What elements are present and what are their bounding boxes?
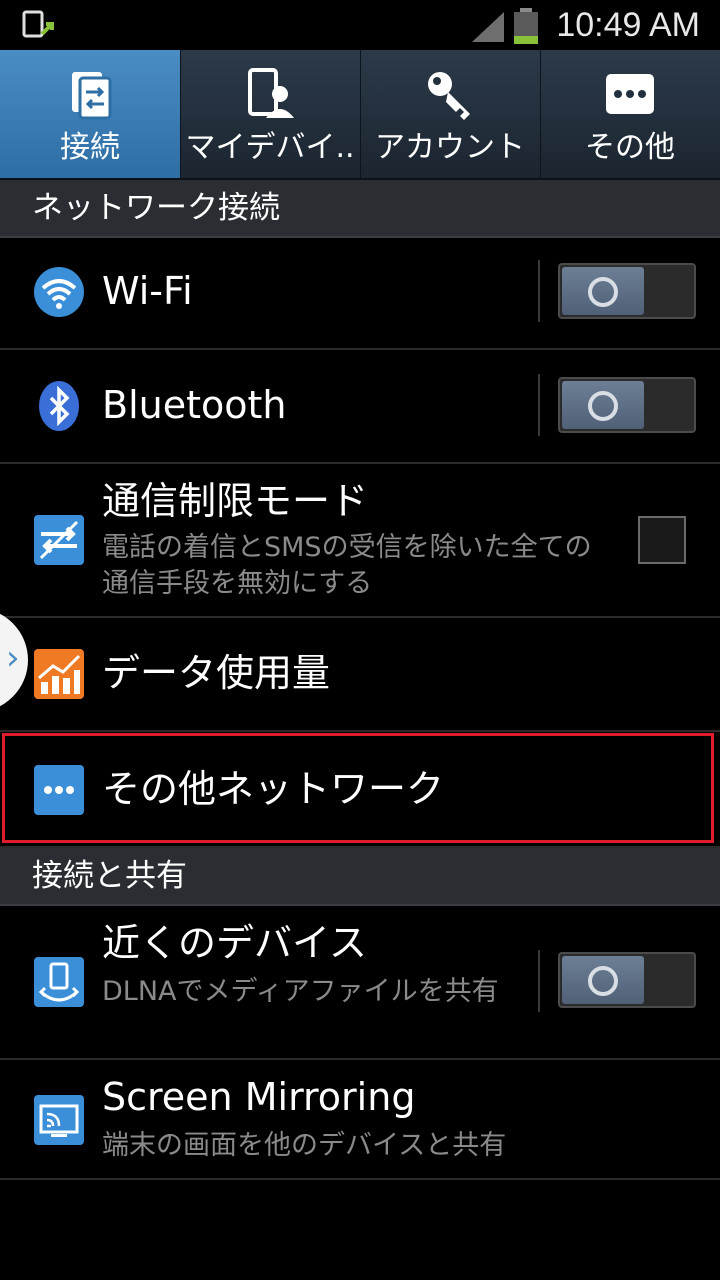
screen-mirroring-row[interactable]: Screen Mirroring 端末の画面を他のデバイスと共有 [0,1060,720,1180]
tab-more[interactable]: その他 [540,50,720,178]
bluetooth-toggle[interactable] [558,377,696,433]
wifi-toggle[interactable] [558,263,696,319]
data-usage-icon [34,649,84,699]
status-bar: 10:49 AM [0,0,720,50]
bluetooth-title: Bluetooth [102,383,287,427]
nearby-devices-row[interactable]: 近くのデバイス DLNAでメディアファイルを共有 [0,906,720,1060]
toggle-knob [562,267,644,315]
nearby-devices-title: 近くのデバイス [102,921,367,965]
tab-connections[interactable]: 接続 [0,50,181,178]
divider [538,374,540,436]
tab-label: マイデバイ.. [185,130,355,165]
section-title: 接続と共有 [32,858,187,894]
screen-mirroring-icon [34,1095,84,1145]
data-usage-title: データ使用量 [102,651,331,695]
tab-label: 接続 [60,130,120,165]
wifi-row[interactable]: Wi-Fi [0,236,720,350]
flight-mode-icon [34,515,84,565]
section-header-share: 接続と共有 [0,848,720,906]
tab-my-device[interactable]: マイデバイ.. [180,50,361,178]
section-title: ネットワーク接続 [32,190,280,226]
wifi-icon [34,267,84,317]
divider [538,950,540,1012]
my-device-icon [248,68,294,118]
toggle-knob [562,956,644,1004]
chevron-right-icon: › [6,638,20,678]
wifi-title: Wi-Fi [102,269,193,313]
signal-icon [472,12,504,42]
bluetooth-icon [39,381,79,431]
section-header-network: ネットワーク接続 [0,180,720,238]
tab-label: アカウント [375,130,525,165]
battery-icon [514,8,538,44]
bluetooth-row[interactable]: Bluetooth [0,350,720,464]
screen-mirroring-title: Screen Mirroring [102,1075,416,1119]
nearby-devices-icon [34,957,84,1007]
highlight-box [2,733,714,843]
flight-mode-description: 電話の着信とSMSの受信を除いた全ての通信手段を無効にする [102,532,592,599]
flight-mode-title: 通信制限モード [102,479,369,523]
nearby-devices-toggle[interactable] [558,952,696,1008]
flight-mode-checkbox[interactable] [638,516,686,564]
toggle-knob [562,381,644,429]
flight-mode-row[interactable]: 通信制限モード 電話の着信とSMSの受信を除いた全ての通信手段を無効にする [0,464,720,618]
more-icon [606,74,654,114]
divider [538,260,540,322]
clock: 10:49 AM [556,6,700,44]
nearby-devices-description: DLNAでメディアファイルを共有 [102,976,499,1007]
screen-mirroring-description: 端末の画面を他のデバイスと共有 [102,1130,507,1161]
settings-tab-bar: 接続 マイデバイ.. アカウント その他 [0,50,720,180]
notification-icon [22,10,54,38]
tab-label: その他 [585,130,675,165]
tab-accounts[interactable]: アカウント [360,50,541,178]
connections-icon [72,72,112,120]
data-usage-row[interactable]: データ使用量 [0,618,720,732]
key-icon [428,72,470,120]
